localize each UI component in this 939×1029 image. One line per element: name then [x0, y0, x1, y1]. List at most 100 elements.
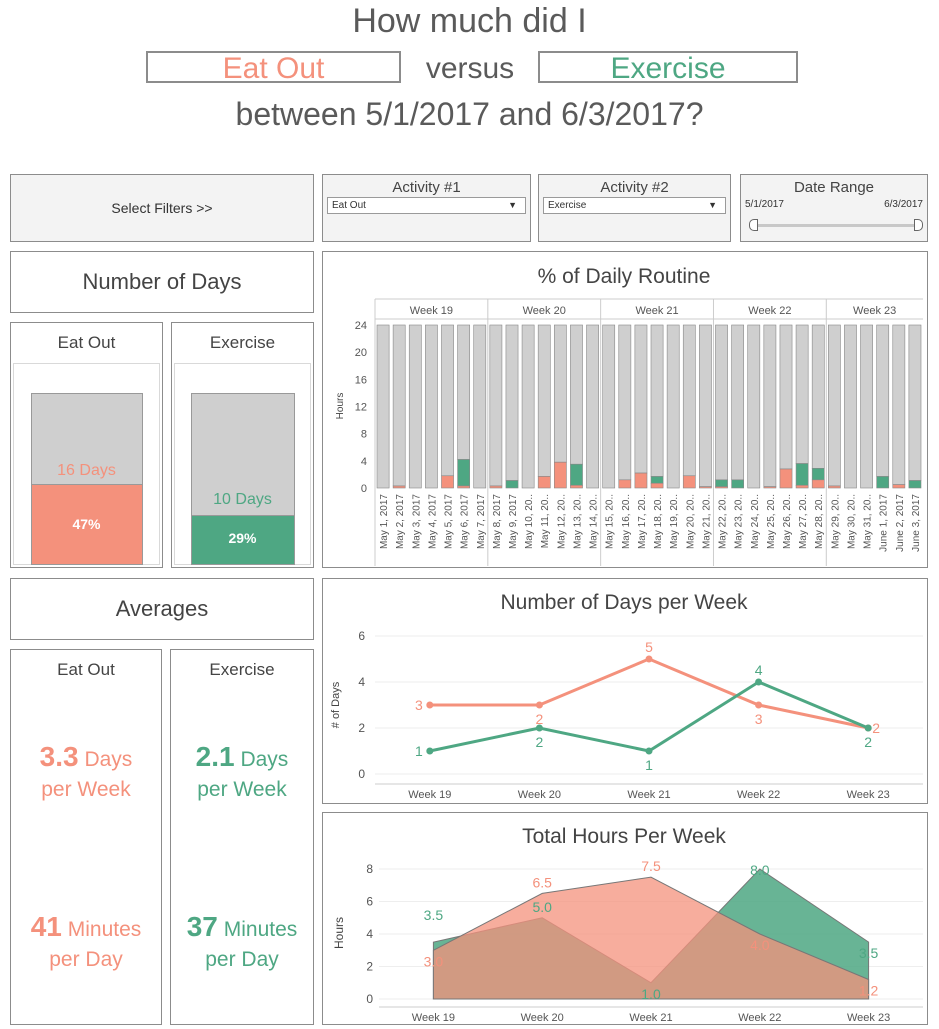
- date-tick-label: May 13, 20..: [572, 494, 583, 549]
- activity2-dropdown[interactable]: Exercise ▼: [543, 197, 726, 214]
- date-range-end-handle[interactable]: [914, 219, 923, 231]
- averages-title: Averages: [115, 596, 209, 621]
- routine-bar-exercise: [457, 459, 471, 487]
- routine-bar-other: [650, 324, 664, 477]
- routine-bar-exercise: [731, 479, 745, 489]
- eat-out-area-label: 7.5: [641, 858, 661, 874]
- eat-out-averages-card: Eat Out 3.3 Days per Week 41 Minutes per…: [10, 649, 162, 1025]
- date-tick-label: May 31, 20..: [863, 494, 874, 549]
- days-per-week-panel: Number of Days per Week # of Days 0 2 4 6 Week…: [322, 578, 928, 804]
- date-tick-label: May 11, 20..: [540, 494, 551, 548]
- averages-title-panel: Averages: [10, 578, 314, 640]
- date-range-title: Date Range: [793, 179, 875, 196]
- exercise-data-label: 2: [536, 734, 544, 750]
- activity1-dropdown-value: Eat Out: [332, 200, 366, 211]
- date-tick-label: May 5, 2017: [444, 494, 455, 549]
- routine-bar-exercise: [795, 463, 809, 486]
- activity1-header-box[interactable]: Eat Out: [146, 51, 401, 85]
- date-tick-label: May 18, 20..: [653, 494, 664, 549]
- hours-per-week-chart: Total Hours Per Week Hours 0 2 4 6 8 Week 19 Wee…: [332, 825, 923, 1024]
- routine-bar-other: [473, 324, 487, 489]
- exercise-point: [535, 724, 543, 732]
- dropdown-caret-icon: ▼: [708, 200, 717, 210]
- routine-bar-other: [618, 324, 632, 481]
- routine-bar-other: [811, 324, 825, 469]
- routine-bar-other: [876, 324, 890, 477]
- x-tick-label: Week 21: [629, 1012, 672, 1023]
- routine-bar-other: [860, 324, 873, 489]
- eat-out-area-label: 6.5: [532, 874, 552, 890]
- routine-bar-eat-out: [715, 486, 728, 489]
- date-range-filter: Date Range 5/1/2017 6/3/2017: [740, 174, 928, 242]
- eat-out-avg-per-week: per Week: [41, 778, 131, 801]
- exercise-area-label: 3.5: [859, 945, 879, 961]
- week-header-label: Week 20: [523, 305, 566, 317]
- days-per-week-ylabel: # of Days: [330, 681, 342, 728]
- date-tick-label: May 22, 20..: [718, 494, 729, 549]
- activity1-filter-title: Activity #1: [392, 179, 461, 196]
- date-tick-label: May 3, 2017: [411, 494, 422, 549]
- routine-bar-other: [844, 324, 857, 489]
- week-header-label: Week 23: [853, 305, 896, 317]
- routine-bar-eat-out: [827, 485, 841, 489]
- daily-routine-chart: % of Daily Routine Hours 0 4 8 12 16 20 24 Week 1…: [335, 265, 923, 566]
- routine-bar-eat-out: [441, 475, 454, 489]
- date-tick-label: May 23, 20..: [734, 494, 745, 549]
- eat-out-days-count: 16 Days: [57, 462, 116, 479]
- header-line1: How much did I: [352, 2, 587, 40]
- routine-bar-other: [682, 324, 696, 477]
- eat-out-avg-min-value: 41: [30, 911, 62, 942]
- activity1-dropdown[interactable]: Eat Out ▼: [327, 197, 526, 214]
- exercise-days-per-week: 2.1 Days per Week: [171, 742, 313, 805]
- hours-per-week-ylabel: Hours: [332, 917, 346, 949]
- exercise-days-card: Exercise 10 Days 29%: [171, 322, 314, 568]
- y-tick-label: 16: [355, 374, 367, 386]
- eat-out-days-label: Eat Out: [57, 333, 116, 352]
- date-tick-label: May 2, 2017: [395, 494, 406, 549]
- date-tick-label: May 10, 20..: [524, 494, 535, 549]
- y-tick-label: 8: [361, 429, 367, 441]
- date-tick-label: May 19, 20..: [669, 494, 680, 549]
- hours-per-week-panel: Total Hours Per Week Hours 0 2 4 6 8 Week 19 Wee…: [322, 812, 928, 1025]
- activity2-header-box[interactable]: Exercise: [538, 51, 798, 85]
- hours-per-week-title: Total Hours Per Week: [522, 825, 726, 848]
- exercise-avg-per-day: per Day: [205, 948, 279, 971]
- y-tick-label: 0: [361, 483, 367, 495]
- x-tick-label: Week 19: [412, 1012, 455, 1023]
- date-range-start-handle[interactable]: [749, 219, 758, 231]
- exercise-minutes-per-day: 37 Minutes per Day: [171, 912, 313, 975]
- routine-bar-other: [408, 324, 422, 489]
- routine-bar-other: [908, 324, 922, 481]
- routine-bar-eat-out: [634, 472, 648, 489]
- routine-bar-other: [795, 324, 809, 464]
- week-header-label: Week 21: [635, 305, 678, 317]
- routine-bar-other: [892, 324, 906, 485]
- routine-bar-other: [537, 324, 551, 477]
- routine-bar-other: [553, 324, 567, 463]
- routine-bar-eat-out: [763, 486, 777, 489]
- eat-out-days-card: Eat Out 16 Days 47%: [10, 322, 163, 568]
- routine-bar-other: [634, 324, 648, 474]
- routine-bar-other: [376, 324, 390, 489]
- eat-out-point: [426, 701, 434, 709]
- x-tick-label: Week 20: [521, 1012, 564, 1023]
- y-tick-label: 2: [366, 960, 373, 974]
- y-tick-label: 4: [361, 456, 367, 468]
- routine-bar-exercise: [715, 479, 728, 487]
- y-tick-label: 6: [358, 629, 365, 643]
- eat-out-point: [535, 701, 543, 709]
- date-tick-label: May 20, 20..: [685, 494, 696, 549]
- routine-bar-other: [521, 324, 535, 489]
- exercise-data-label: 1: [415, 743, 423, 759]
- exercise-area-label: 8.0: [750, 862, 770, 878]
- routine-bar-other: [763, 324, 777, 487]
- versus-label: versus: [425, 52, 515, 85]
- exercise-point: [426, 747, 434, 755]
- routine-bar-eat-out: [457, 485, 471, 489]
- exercise-avg-per-week: per Week: [197, 778, 287, 801]
- x-tick-label: Week 23: [847, 1012, 890, 1023]
- eat-out-avg-days-value: 3.3: [39, 741, 79, 772]
- exercise-data-label: 4: [755, 662, 763, 678]
- routine-bar-eat-out: [699, 486, 712, 489]
- week-header-label: Week 22: [748, 305, 791, 317]
